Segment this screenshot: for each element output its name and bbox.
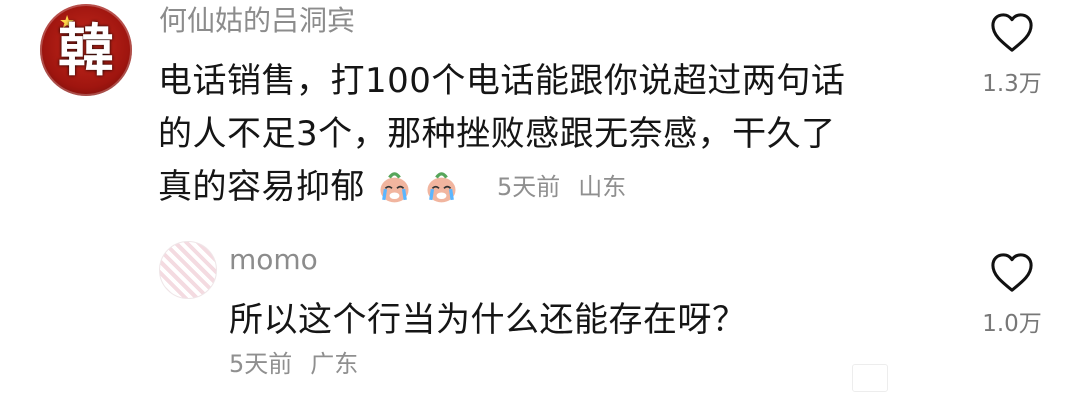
heart-icon xyxy=(991,253,1033,292)
like-button[interactable]: 1.0万 xyxy=(967,252,1057,338)
comment-meta: 5天前 山东 xyxy=(497,172,626,202)
comment-author[interactable]: momo xyxy=(229,243,318,277)
comment-author[interactable]: 何仙姑的吕洞宾 xyxy=(159,4,355,38)
user-avatar[interactable] xyxy=(159,241,217,299)
comment-location: 广东 xyxy=(310,350,359,378)
like-count: 1.3万 xyxy=(982,71,1042,97)
comment-reply: momo 所以这个行当为什么还能存在呀？ 5天前 广东 1.0万 xyxy=(0,215,1080,406)
comment-location: 山东 xyxy=(578,173,627,201)
comment-text-line-3: 真的容易抑郁 xyxy=(158,161,458,214)
comment-text-line-1: 所以这个行当为什么还能存在呀？ xyxy=(229,300,747,340)
comment-text-line-2: 的人不足3个，那种挫败感跟无奈感，干久了 xyxy=(158,114,836,154)
like-button[interactable]: 1.3万 xyxy=(967,12,1057,98)
avatar-ring xyxy=(40,4,132,96)
crying-face-icon xyxy=(380,172,409,203)
comment-time: 5天前 xyxy=(497,173,561,201)
comment-time: 5天前 xyxy=(229,350,293,378)
watermark-icon xyxy=(852,364,888,392)
like-count: 1.0万 xyxy=(982,311,1042,337)
user-avatar[interactable]: ★ 韓 xyxy=(40,4,132,96)
crying-face-icon xyxy=(427,172,456,203)
comment-main: ★ 韓 何仙姑的吕洞宾 电话销售，打100个电话能跟你说超过两句话 的人不足3个… xyxy=(0,0,1080,215)
comment-text-line-1: 电话销售，打100个电话能跟你说超过两句话 xyxy=(158,61,846,101)
comment-text-line-3-text: 真的容易抑郁 xyxy=(158,167,365,207)
heart-icon xyxy=(991,13,1033,52)
comment-meta: 5天前 广东 xyxy=(229,349,358,379)
